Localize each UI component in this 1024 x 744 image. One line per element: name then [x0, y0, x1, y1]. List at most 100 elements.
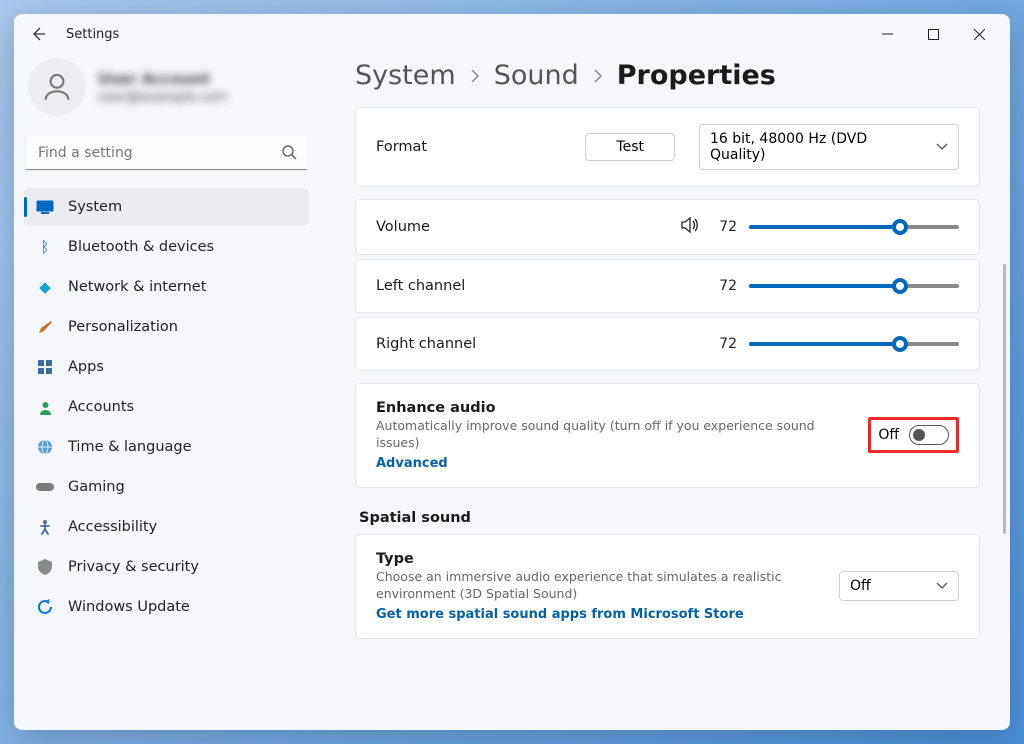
sidebar-item-label: Network & internet: [68, 279, 206, 295]
arrow-left-icon: [30, 26, 46, 42]
accessibility-icon: [36, 518, 54, 536]
chevron-down-icon: [936, 143, 948, 151]
sidebar-item-label: Time & language: [68, 439, 192, 455]
test-button[interactable]: Test: [585, 133, 675, 161]
sidebar-item-label: Gaming: [68, 479, 125, 495]
sidebar-item-apps[interactable]: Apps: [24, 348, 309, 386]
sidebar-item-label: Accounts: [68, 399, 134, 415]
sidebar-item-label: Apps: [68, 359, 104, 375]
sidebar-item-label: Bluetooth & devices: [68, 239, 214, 255]
highlight-box: Off: [868, 417, 959, 453]
person-icon: [40, 70, 74, 104]
sidebar-item-system[interactable]: System: [24, 188, 309, 226]
volume-value: 72: [713, 219, 737, 235]
toggle-state-label: Off: [878, 427, 899, 443]
format-value: 16 bit, 48000 Hz (DVD Quality): [710, 131, 926, 163]
spatial-type-card: Type Choose an immersive audio experienc…: [355, 534, 980, 639]
wifi-icon: ◆: [36, 278, 54, 296]
apps-icon: [36, 358, 54, 376]
sidebar-item-label: System: [68, 199, 122, 215]
format-label: Format: [376, 139, 427, 155]
sidebar-item-accounts[interactable]: Accounts: [24, 388, 309, 426]
minimize-button[interactable]: [864, 18, 910, 50]
scrollbar[interactable]: [1003, 264, 1006, 534]
sidebar-item-label: Windows Update: [68, 599, 190, 615]
left-channel-card: Left channel 72: [355, 259, 980, 313]
sidebar-item-accessibility[interactable]: Accessibility: [24, 508, 309, 546]
sidebar-item-personalization[interactable]: Personalization: [24, 308, 309, 346]
format-card: Format Test 16 bit, 48000 Hz (DVD Qualit…: [355, 107, 980, 187]
profile-text: User Account user@example.com: [98, 70, 227, 105]
advanced-link[interactable]: Advanced: [376, 456, 852, 471]
update-icon: [36, 598, 54, 616]
search-input[interactable]: [26, 136, 307, 170]
settings-window: Settings User Account user@example.com: [14, 14, 1010, 730]
game-icon: [36, 478, 54, 496]
sidebar-item-update[interactable]: Windows Update: [24, 588, 309, 626]
sidebar-item-network[interactable]: ◆ Network & internet: [24, 268, 309, 306]
right-channel-card: Right channel 72: [355, 317, 980, 371]
chevron-down-icon: [936, 582, 948, 590]
sidebar-item-gaming[interactable]: Gaming: [24, 468, 309, 506]
main-content: System Sound Properties Format Test 16 b…: [319, 54, 1010, 730]
sidebar-item-label: Accessibility: [68, 519, 157, 535]
volume-slider[interactable]: [749, 217, 959, 237]
nav: System ᛒ Bluetooth & devices ◆ Network &…: [24, 188, 309, 626]
avatar: [28, 58, 86, 116]
close-button[interactable]: [956, 18, 1002, 50]
titlebar: Settings: [14, 14, 1010, 54]
spatial-type-select[interactable]: Off: [839, 571, 959, 601]
breadcrumb: System Sound Properties: [355, 60, 980, 91]
profile-email: user@example.com: [98, 90, 227, 105]
left-channel-value: 72: [713, 278, 737, 294]
enhance-audio-toggle[interactable]: [909, 425, 949, 445]
sidebar-item-privacy[interactable]: Privacy & security: [24, 548, 309, 586]
back-button[interactable]: [22, 18, 54, 50]
spatial-store-link[interactable]: Get more spatial sound apps from Microso…: [376, 607, 823, 622]
right-channel-slider[interactable]: [749, 334, 959, 354]
profile[interactable]: User Account user@example.com: [24, 54, 309, 126]
enhance-desc: Automatically improve sound quality (tur…: [376, 418, 852, 452]
speaker-icon[interactable]: [681, 216, 701, 238]
right-channel-label: Right channel: [376, 336, 476, 352]
sidebar: User Account user@example.com System ᛒ B…: [14, 54, 319, 730]
bluetooth-icon: ᛒ: [36, 238, 54, 256]
spatial-value: Off: [850, 578, 871, 594]
globe-icon: [36, 438, 54, 456]
monitor-icon: [36, 198, 54, 216]
left-channel-label: Left channel: [376, 278, 465, 294]
sidebar-item-label: Privacy & security: [68, 559, 199, 575]
crumb-properties: Properties: [617, 60, 776, 91]
sidebar-item-time-language[interactable]: Time & language: [24, 428, 309, 466]
crumb-system[interactable]: System: [355, 60, 456, 91]
search-wrap: [26, 136, 307, 170]
person-icon: [36, 398, 54, 416]
chevron-right-icon: [470, 69, 480, 83]
format-select[interactable]: 16 bit, 48000 Hz (DVD Quality): [699, 124, 959, 170]
shield-icon: [36, 558, 54, 576]
minimize-icon: [882, 29, 893, 40]
brush-icon: [36, 318, 54, 336]
sidebar-item-label: Personalization: [68, 319, 178, 335]
window-title: Settings: [66, 27, 119, 42]
close-icon: [974, 29, 985, 40]
window-controls: [864, 18, 1002, 50]
maximize-icon: [928, 29, 939, 40]
sidebar-item-bluetooth[interactable]: ᛒ Bluetooth & devices: [24, 228, 309, 266]
spatial-section-title: Spatial sound: [359, 510, 980, 526]
spatial-type-title: Type: [376, 551, 823, 567]
search-icon: [281, 144, 297, 164]
crumb-sound[interactable]: Sound: [494, 60, 579, 91]
body: User Account user@example.com System ᛒ B…: [14, 54, 1010, 730]
chevron-right-icon: [593, 69, 603, 83]
volume-label: Volume: [376, 219, 430, 235]
maximize-button[interactable]: [910, 18, 956, 50]
enhance-audio-card: Enhance audio Automatically improve soun…: [355, 383, 980, 488]
enhance-title: Enhance audio: [376, 400, 852, 416]
toggle-knob: [913, 429, 925, 441]
profile-name: User Account: [98, 70, 227, 88]
spatial-desc: Choose an immersive audio experience tha…: [376, 569, 823, 603]
volume-card: Volume 72: [355, 199, 980, 255]
right-channel-value: 72: [713, 336, 737, 352]
left-channel-slider[interactable]: [749, 276, 959, 296]
